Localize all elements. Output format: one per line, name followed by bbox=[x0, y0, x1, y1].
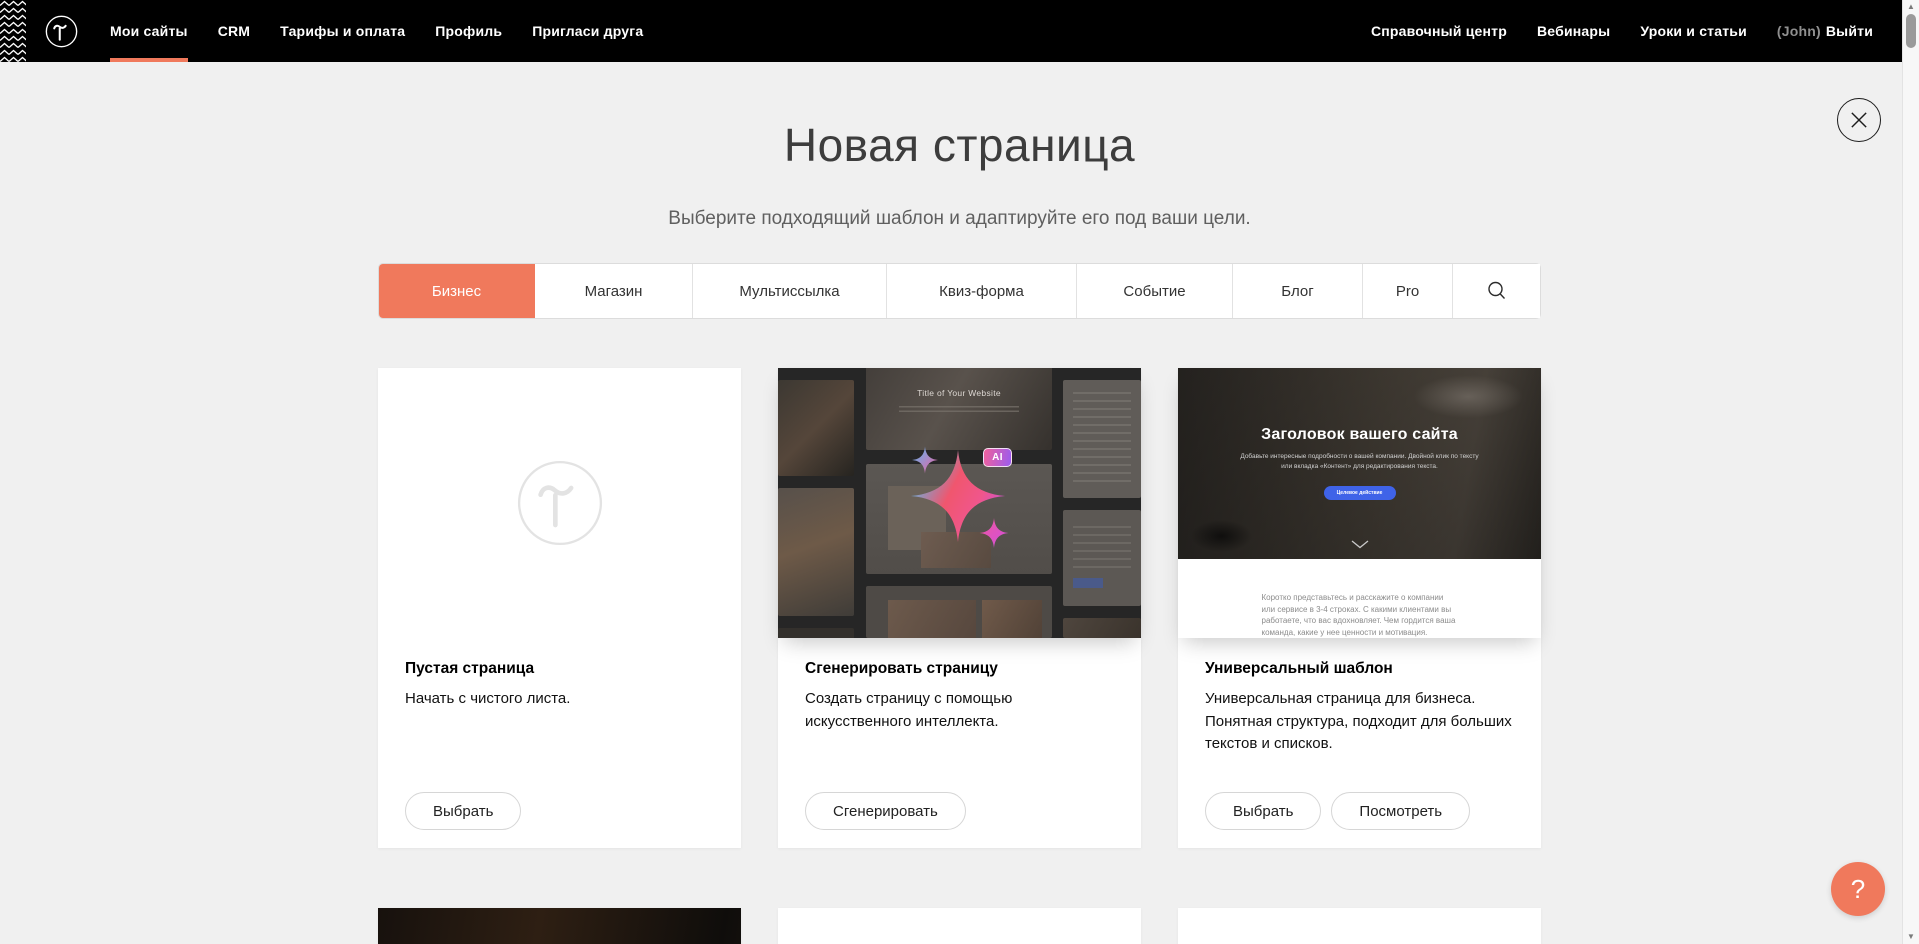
close-icon bbox=[1838, 98, 1880, 142]
nav-item-my-sites[interactable]: Мои сайты bbox=[95, 0, 203, 62]
template-card-blank: Пустая страница Начать с чистого листа. … bbox=[378, 368, 741, 848]
nav-item-webinars[interactable]: Вебинары bbox=[1522, 0, 1625, 62]
nav-item-crm[interactable]: CRM bbox=[203, 0, 265, 62]
select-button[interactable]: Выбрать bbox=[405, 792, 521, 830]
zigzag-pattern-icon bbox=[0, 0, 26, 62]
template-card-partial[interactable] bbox=[378, 908, 741, 944]
page-title: Новая страница bbox=[378, 118, 1541, 172]
card-title: Пустая страница bbox=[405, 660, 714, 678]
tab-search[interactable] bbox=[1453, 264, 1540, 318]
search-icon bbox=[1486, 280, 1508, 302]
template-hero-preview: Заголовок вашего сайта Добавьте интересн… bbox=[1178, 368, 1541, 559]
nav-item-profile[interactable]: Профиль bbox=[420, 0, 517, 62]
card-title: Универсальный шаблон bbox=[1205, 660, 1514, 678]
nav-item-help-center[interactable]: Справочный центр bbox=[1356, 0, 1522, 62]
generate-button[interactable]: Сгенерировать bbox=[805, 792, 966, 830]
tab-pro[interactable]: Pro bbox=[1363, 264, 1453, 318]
partial-thumbnail-dark bbox=[378, 908, 741, 944]
new-page-dialog: Новая страница Выберите подходящий шабло… bbox=[378, 118, 1541, 944]
ai-template-thumbnail[interactable]: Title of Your Website bbox=[778, 368, 1141, 638]
template-grid: Пустая страница Начать с чистого листа. … bbox=[378, 368, 1541, 848]
template-card-partial[interactable] bbox=[1178, 908, 1541, 944]
close-button[interactable] bbox=[1837, 98, 1881, 142]
preview-button[interactable]: Посмотреть bbox=[1331, 792, 1470, 830]
blank-template-thumbnail[interactable] bbox=[378, 368, 741, 638]
page-subtitle: Выберите подходящий шаблон и адаптируйте… bbox=[378, 208, 1541, 230]
scrollbar-thumb[interactable] bbox=[1906, 14, 1916, 48]
hero-title: Заголовок вашего сайта bbox=[1178, 426, 1541, 444]
template-grid-row2 bbox=[378, 908, 1541, 944]
partial-thumbnail-light bbox=[1178, 908, 1541, 944]
template-card-universal: Заголовок вашего сайта Добавьте интересн… bbox=[1178, 368, 1541, 848]
category-tabs: Бизнес Магазин Мультиссылка Квиз-форма С… bbox=[378, 263, 1541, 319]
nav-item-invite-friend[interactable]: Пригласи друга bbox=[517, 0, 658, 62]
logout-label: Выйти bbox=[1826, 23, 1873, 39]
scrollbar[interactable]: ▲ ▼ bbox=[1902, 0, 1919, 944]
scroll-up-arrow[interactable]: ▲ bbox=[1903, 1, 1919, 13]
card-description: Универсальная страница для бизнеса. Поня… bbox=[1205, 688, 1514, 756]
tilda-watermark-icon bbox=[516, 459, 604, 547]
ai-sparkles-icon bbox=[778, 368, 1141, 638]
tab-blog[interactable]: Блог bbox=[1233, 264, 1363, 318]
template-card-ai: Title of Your Website bbox=[778, 368, 1141, 848]
top-navbar: Мои сайты CRM Тарифы и оплата Профиль Пр… bbox=[0, 0, 1919, 62]
card-description: Начать с чистого листа. bbox=[405, 688, 714, 711]
select-button[interactable]: Выбрать bbox=[1205, 792, 1321, 830]
tab-event[interactable]: Событие bbox=[1077, 264, 1233, 318]
tilda-logo[interactable] bbox=[45, 15, 78, 48]
help-button[interactable]: ? bbox=[1831, 862, 1885, 916]
nav-item-logout[interactable]: (John) Выйти bbox=[1762, 0, 1888, 62]
template-body-text: Коротко представьтесь и расскажите о ком… bbox=[1262, 592, 1458, 638]
user-name: (John) bbox=[1777, 23, 1821, 39]
tab-multilink[interactable]: Мультиссылка bbox=[693, 264, 887, 318]
secondary-nav: Справочный центр Вебинары Уроки и статьи… bbox=[1356, 0, 1888, 62]
main-nav: Мои сайты CRM Тарифы и оплата Профиль Пр… bbox=[95, 0, 658, 62]
scroll-down-arrow[interactable]: ▼ bbox=[1903, 931, 1919, 943]
nav-item-lessons[interactable]: Уроки и статьи bbox=[1625, 0, 1762, 62]
universal-template-thumbnail[interactable]: Заголовок вашего сайта Добавьте интересн… bbox=[1178, 368, 1541, 638]
tab-store[interactable]: Магазин bbox=[535, 264, 693, 318]
hero-subtitle: Добавьте интересные подробности о вашей … bbox=[1235, 452, 1485, 472]
nav-item-tariffs[interactable]: Тарифы и оплата bbox=[265, 0, 420, 62]
card-description: Создать страницу с помощью искусственног… bbox=[805, 688, 1114, 733]
card-title: Сгенерировать страницу bbox=[805, 660, 1114, 678]
partial-thumbnail-teal bbox=[778, 908, 1141, 944]
chevron-down-icon bbox=[1351, 540, 1369, 549]
template-card-partial[interactable] bbox=[778, 908, 1141, 944]
tab-quiz-form[interactable]: Квиз-форма bbox=[887, 264, 1077, 318]
hero-cta-button: Целевое действие bbox=[1324, 486, 1396, 500]
tab-business[interactable]: Бизнес bbox=[379, 264, 535, 318]
ai-badge: AI bbox=[983, 448, 1012, 467]
